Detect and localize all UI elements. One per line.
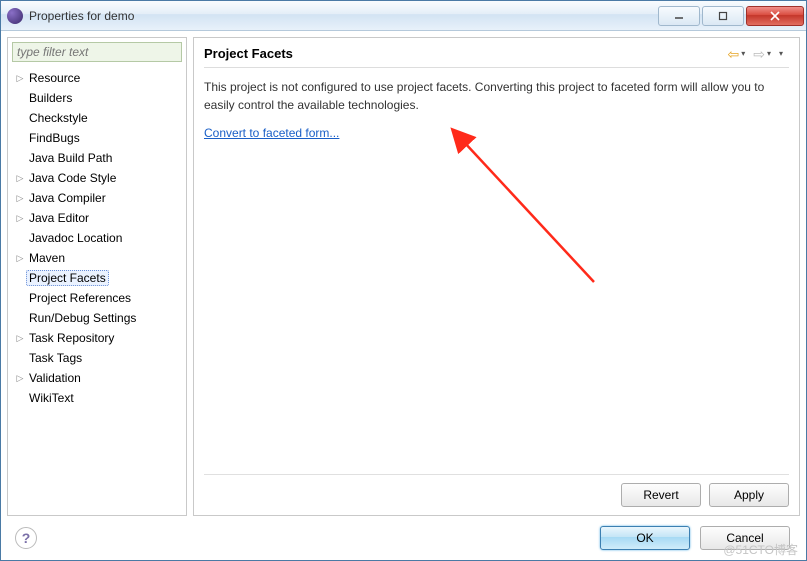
tree-item[interactable]: ▷Java Editor (8, 208, 186, 228)
page-actions: Revert Apply (204, 474, 789, 507)
menu-dropdown-icon[interactable]: ▾ (779, 49, 783, 58)
tree-item[interactable]: ▷Java Code Style (8, 168, 186, 188)
tree-item-label: Checkstyle (26, 110, 91, 126)
main-row: ▷ResourceBuildersCheckstyleFindBugsJava … (7, 37, 800, 516)
titlebar[interactable]: Properties for demo (1, 1, 806, 31)
tree-item[interactable]: Javadoc Location (8, 228, 186, 248)
tree-item-label: Builders (26, 90, 75, 106)
expander-icon[interactable]: ▷ (14, 333, 26, 344)
tree-item[interactable]: Project References (8, 288, 186, 308)
tree-item[interactable]: Project Facets (8, 268, 186, 288)
ok-button[interactable]: OK (600, 526, 690, 550)
content-panel: Project Facets ⇦ ▾ ⇨ ▾ ▾ This project is… (193, 37, 800, 516)
tree-item[interactable]: ▷Validation (8, 368, 186, 388)
back-arrow-icon[interactable]: ⇦ (727, 47, 739, 61)
expander-icon[interactable]: ▷ (14, 193, 26, 204)
tree-item-label: Java Build Path (26, 150, 115, 166)
tree-item[interactable]: FindBugs (8, 128, 186, 148)
revert-button[interactable]: Revert (621, 483, 701, 507)
annotation-arrow (444, 122, 624, 302)
tree-item-label: Java Code Style (26, 170, 119, 186)
filter-input[interactable] (12, 42, 182, 62)
tree-item-label: WikiText (26, 390, 77, 406)
dialog-body: ▷ResourceBuildersCheckstyleFindBugsJava … (1, 31, 806, 560)
cancel-button[interactable]: Cancel (700, 526, 790, 550)
expander-icon[interactable]: ▷ (14, 73, 26, 84)
tree-item[interactable]: WikiText (8, 388, 186, 408)
tree-item[interactable]: Builders (8, 88, 186, 108)
forward-arrow-icon[interactable]: ⇨ (753, 47, 765, 61)
minimize-button[interactable] (658, 6, 700, 26)
tree-item-label: Javadoc Location (26, 230, 125, 246)
close-button[interactable] (746, 6, 804, 26)
forward-dropdown-icon[interactable]: ▾ (767, 49, 771, 58)
nav-icons: ⇦ ▾ ⇨ ▾ ▾ (727, 47, 789, 61)
tree-item[interactable]: Task Tags (8, 348, 186, 368)
expander-icon[interactable]: ▷ (14, 253, 26, 264)
back-dropdown-icon[interactable]: ▾ (741, 49, 745, 58)
tree-item[interactable]: ▷Task Repository (8, 328, 186, 348)
expander-icon[interactable]: ▷ (14, 373, 26, 384)
category-sidebar: ▷ResourceBuildersCheckstyleFindBugsJava … (7, 37, 187, 516)
tree-item[interactable]: Checkstyle (8, 108, 186, 128)
properties-dialog: Properties for demo ▷ResourceBuildersChe… (0, 0, 807, 561)
tree-item[interactable]: Java Build Path (8, 148, 186, 168)
convert-faceted-link[interactable]: Convert to faceted form... (204, 126, 789, 140)
tree-item[interactable]: ▷Maven (8, 248, 186, 268)
tree-item-label: Project Facets (26, 270, 109, 286)
category-tree[interactable]: ▷ResourceBuildersCheckstyleFindBugsJava … (8, 66, 186, 515)
tree-item-label: Task Tags (26, 350, 85, 366)
tree-item-label: Resource (26, 70, 83, 86)
content-header: Project Facets ⇦ ▾ ⇨ ▾ ▾ (204, 46, 789, 68)
page-description: This project is not configured to use pr… (204, 78, 789, 114)
apply-button[interactable]: Apply (709, 483, 789, 507)
eclipse-icon (7, 8, 23, 24)
expander-icon[interactable]: ▷ (14, 213, 26, 224)
window-controls (658, 6, 804, 26)
tree-item-label: Maven (26, 250, 68, 266)
window-title: Properties for demo (29, 9, 658, 23)
dialog-buttons: ? OK Cancel (7, 522, 800, 554)
tree-item-label: Java Compiler (26, 190, 109, 206)
tree-item-label: Validation (26, 370, 84, 386)
tree-item-label: Java Editor (26, 210, 92, 226)
help-button[interactable]: ? (15, 527, 37, 549)
tree-item-label: Run/Debug Settings (26, 310, 139, 326)
tree-item[interactable]: ▷Resource (8, 68, 186, 88)
maximize-button[interactable] (702, 6, 744, 26)
page-title: Project Facets (204, 46, 293, 61)
tree-item-label: FindBugs (26, 130, 83, 146)
tree-item-label: Task Repository (26, 330, 117, 346)
tree-item-label: Project References (26, 290, 134, 306)
tree-item[interactable]: Run/Debug Settings (8, 308, 186, 328)
expander-icon[interactable]: ▷ (14, 173, 26, 184)
tree-item[interactable]: ▷Java Compiler (8, 188, 186, 208)
